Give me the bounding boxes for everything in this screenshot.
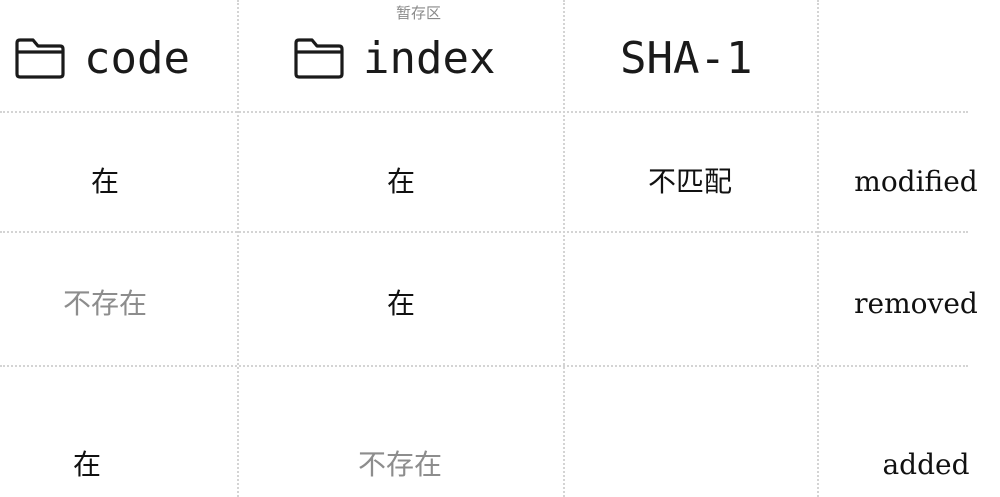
header-code-label: code [84,32,190,84]
header-sha-label: SHA-1 [620,32,753,84]
grid-line-horizontal [0,365,968,367]
row2-index-cell: 在 [386,287,415,320]
grid-line-horizontal [0,231,968,233]
row3-index-cell: 不存在 [357,448,442,481]
row1-status-label: modified [854,165,978,198]
grid-line-vertical [563,0,565,497]
header-sha: SHA-1 [620,32,752,84]
grid-line-vertical [237,0,239,497]
staging-area-caption: 暂存区 [396,4,442,22]
header-code: code [14,32,190,84]
row1-code-cell: 在 [90,165,119,198]
row3-code-cell: 在 [72,448,101,481]
grid-line-vertical [817,0,819,497]
grid-line-horizontal [0,111,968,113]
git-status-diagram: 暂存区 code index SHA-1 在 在 不匹配 modified 不存… [0,0,1000,497]
row1-sha-cell: 不匹配 [647,165,732,198]
folder-icon [15,38,65,79]
row2-code-cell: 不存在 [62,287,147,320]
row3-status-label: added [882,448,970,481]
header-index-label: index [363,32,496,84]
row1-index-cell: 在 [386,165,415,198]
header-index: index [293,32,495,84]
row2-status-label: removed [854,287,978,320]
folder-icon [294,38,344,79]
